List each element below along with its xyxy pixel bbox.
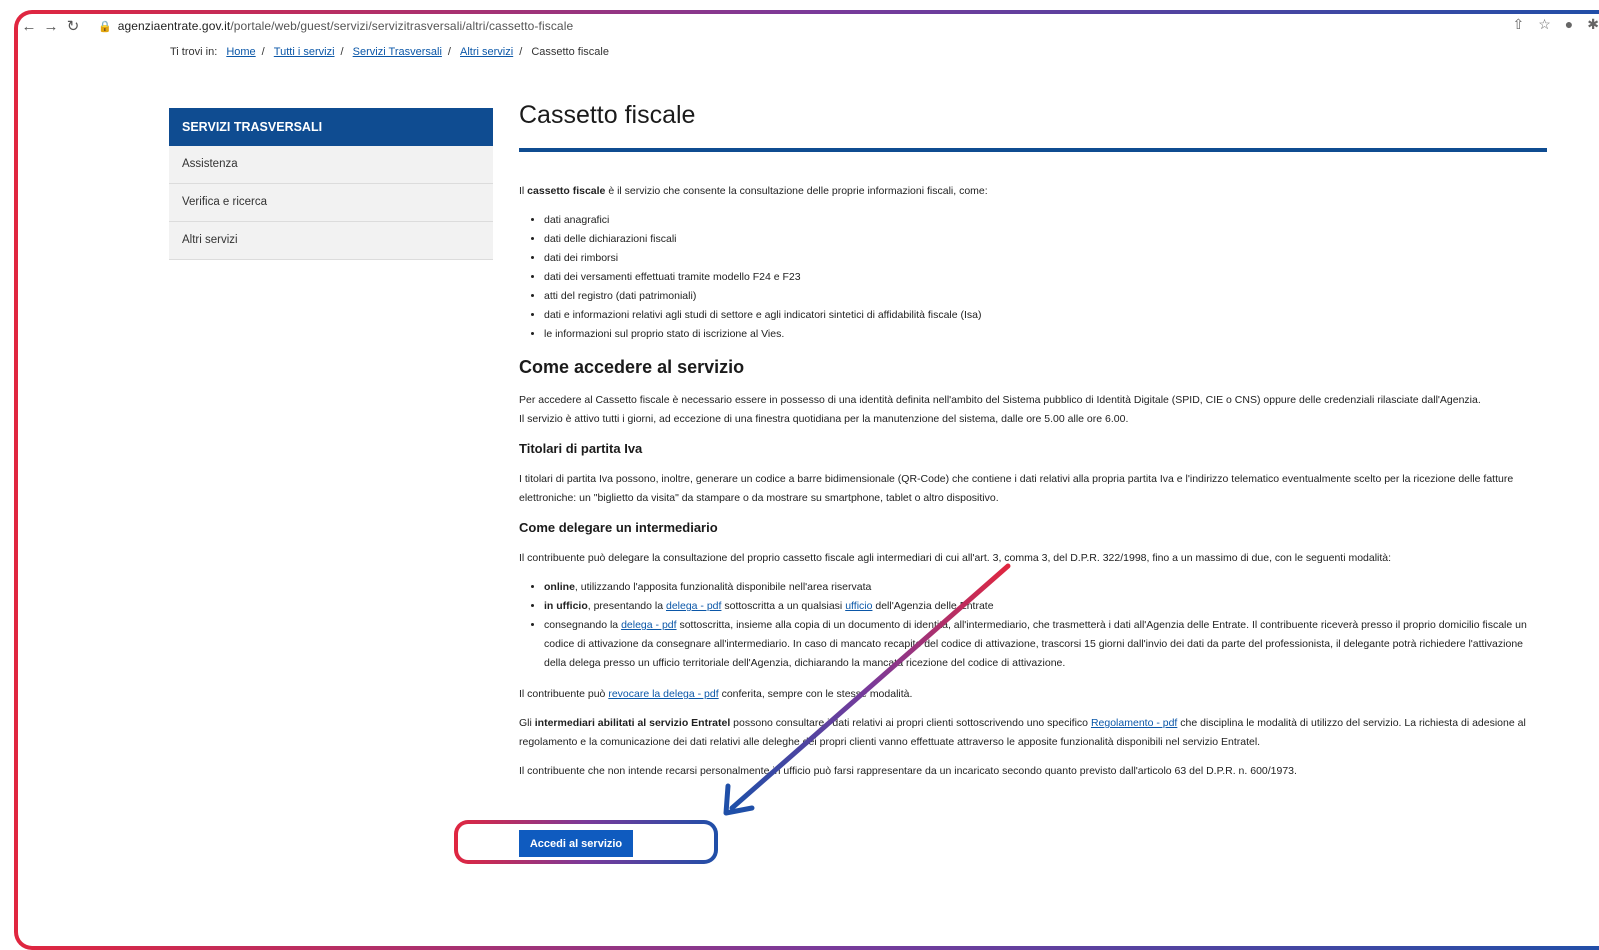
extension-icon[interactable]: ● (1565, 16, 1573, 33)
list-item: in ufficio, presentando la delega - pdf … (544, 597, 1547, 616)
list-item: online, utilizzando l'apposita funzional… (544, 578, 1547, 597)
list-item: le informazioni sul proprio stato di isc… (544, 325, 1547, 344)
breadcrumb-home[interactable]: Home (226, 46, 255, 58)
incaricato-paragraph: Il contribuente che non intende recarsi … (519, 762, 1547, 781)
sidebar: SERVIZI TRASVERSALI Assistenza Verifica … (169, 108, 493, 260)
revoca-delega-link[interactable]: revocare la delega - pdf (608, 688, 718, 700)
forward-icon[interactable]: → (40, 18, 62, 35)
delega-heading: Come delegare un intermediario (519, 518, 1547, 537)
back-icon[interactable]: ← (18, 18, 40, 35)
title-divider (519, 148, 1547, 152)
sidebar-item-verifica[interactable]: Verifica e ricerca (169, 184, 493, 222)
entratel-paragraph: Gli intermediari abilitati al servizio E… (519, 714, 1547, 752)
piva-paragraph: I titolari di partita Iva possono, inolt… (519, 470, 1547, 508)
list-item: atti del registro (dati patrimoniali) (544, 287, 1547, 306)
share-icon[interactable]: ⇧ (1513, 16, 1525, 33)
lock-icon: 🔒 (98, 20, 112, 33)
url-path: /portale/web/guest/servizi/servizitrasve… (230, 19, 573, 33)
main-content: Cassetto fiscale Il cassetto fiscale è i… (519, 100, 1547, 791)
list-item: dati e informazioni relativi agli studi … (544, 306, 1547, 325)
list-item: dati anagrafici (544, 211, 1547, 230)
list-item: dati dei rimborsi (544, 249, 1547, 268)
list-item: consegnando la delega - pdf sottoscritta… (544, 616, 1547, 673)
access-paragraph: Per accedere al Cassetto fiscale è neces… (519, 391, 1547, 410)
page-title: Cassetto fiscale (519, 106, 1547, 142)
delega-list: online, utilizzando l'apposita funzional… (519, 578, 1547, 673)
sidebar-title: SERVIZI TRASVERSALI (169, 108, 493, 146)
intro-paragraph: Il cassetto fiscale è il servizio che co… (519, 182, 1547, 201)
ufficio-link[interactable]: ufficio (845, 600, 872, 612)
address-bar[interactable]: agenziaentrate.gov.it/portale/web/guest/… (118, 19, 574, 33)
sidebar-item-assistenza[interactable]: Assistenza (169, 146, 493, 184)
list-item: dati dei versamenti effettuati tramite m… (544, 268, 1547, 287)
browser-toolbar: ← → ↻ 🔒 agenziaentrate.gov.it/portale/we… (18, 14, 1599, 38)
sidebar-item-altri-servizi[interactable]: Altri servizi (169, 222, 493, 260)
delega-paragraph: Il contribuente può delegare la consulta… (519, 549, 1547, 568)
regolamento-link[interactable]: Regolamento - pdf (1091, 717, 1177, 729)
breadcrumb-servizi-trasversali[interactable]: Servizi Trasversali (353, 46, 442, 58)
delega-pdf-link[interactable]: delega - pdf (666, 600, 721, 612)
piva-heading: Titolari di partita Iva (519, 439, 1547, 458)
list-item: dati delle dichiarazioni fiscali (544, 230, 1547, 249)
intro-bold: cassetto fiscale (527, 185, 605, 197)
availability-paragraph: Il servizio è attivo tutti i giorni, ad … (519, 410, 1547, 429)
browser-actions: ⇧ ☆ ● ✱ (1513, 16, 1599, 33)
pin-icon[interactable]: ✱ (1587, 16, 1599, 33)
accedi-servizio-button[interactable]: Accedi al servizio (519, 830, 633, 857)
info-list: dati anagrafici dati delle dichiarazioni… (519, 211, 1547, 344)
breadcrumb-current: Cassetto fiscale (531, 46, 609, 58)
reload-icon[interactable]: ↻ (62, 17, 84, 35)
breadcrumb-altri-servizi[interactable]: Altri servizi (460, 46, 513, 58)
breadcrumb: Ti trovi in: Home/ Tutti i servizi/ Serv… (170, 46, 609, 58)
access-heading: Come accedere al servizio (519, 358, 1547, 377)
bookmark-star-icon[interactable]: ☆ (1538, 16, 1551, 33)
url-domain: agenziaentrate.gov.it (118, 19, 231, 33)
delega-pdf-link[interactable]: delega - pdf (621, 619, 676, 631)
breadcrumb-prefix: Ti trovi in: (170, 46, 217, 58)
breadcrumb-tutti-servizi[interactable]: Tutti i servizi (274, 46, 335, 58)
revoca-paragraph: Il contribuente può revocare la delega -… (519, 685, 1547, 704)
